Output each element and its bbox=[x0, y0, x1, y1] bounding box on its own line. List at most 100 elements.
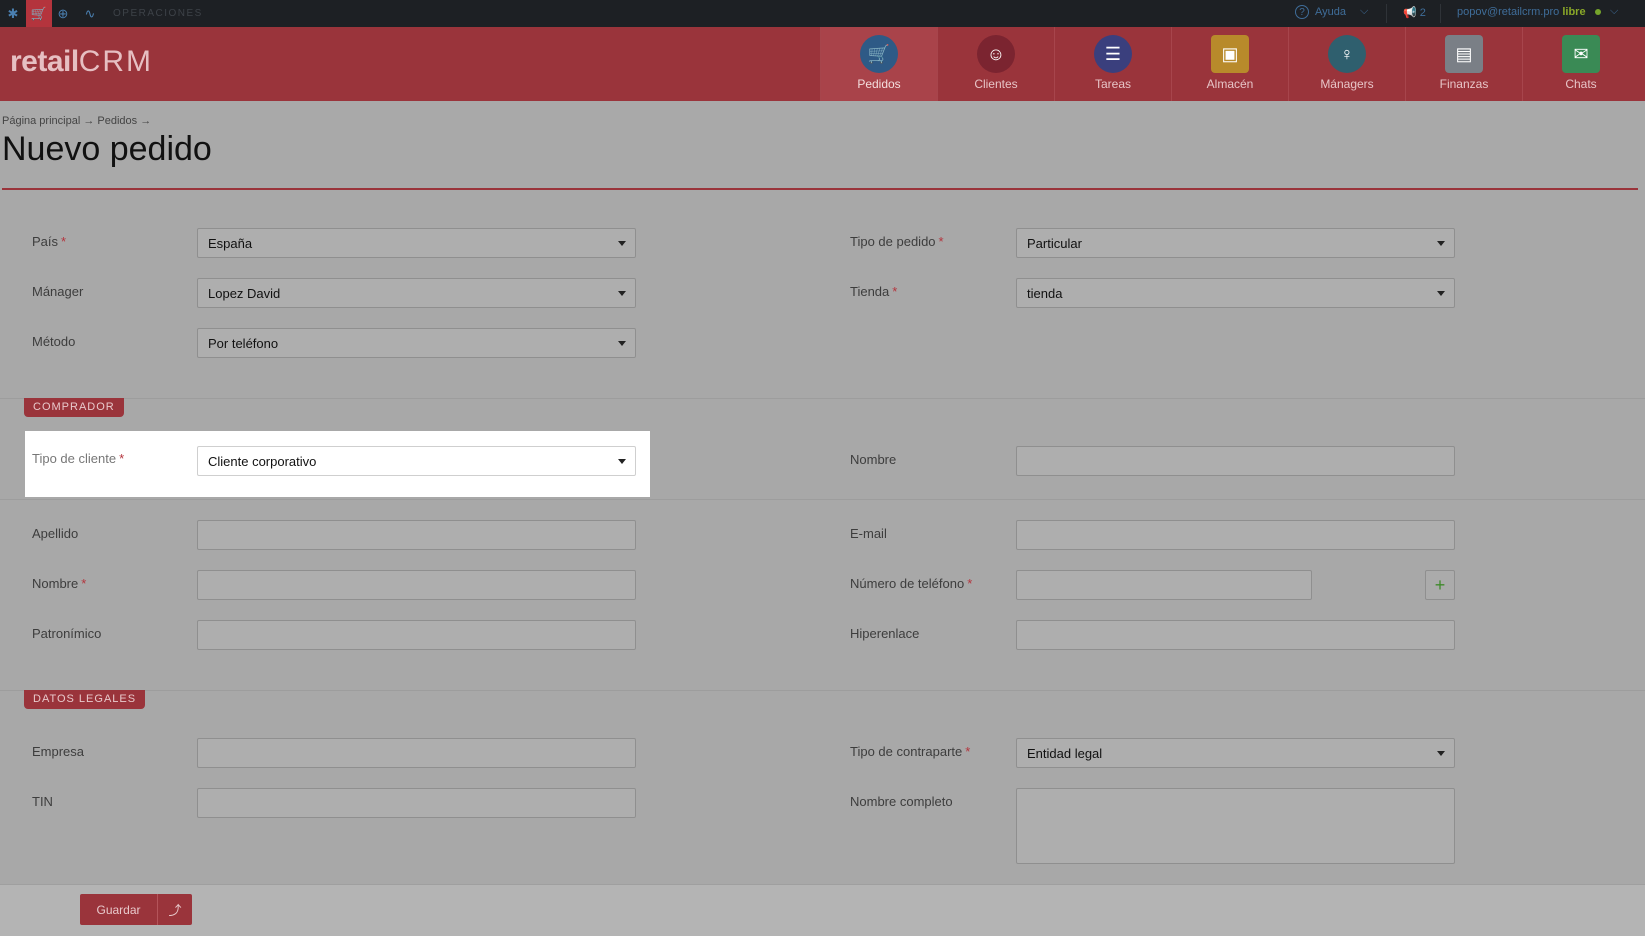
nombre-label: Nombre * bbox=[32, 576, 87, 591]
divider bbox=[1440, 4, 1441, 23]
document-icon: ▤ bbox=[1445, 35, 1483, 73]
nombre-contacto-input[interactable] bbox=[1016, 446, 1455, 476]
pais-select[interactable]: España bbox=[197, 228, 636, 258]
apellido-label: Apellido bbox=[32, 526, 79, 541]
notifications[interactable]: 📢 2 bbox=[1403, 6, 1426, 19]
section-divider bbox=[0, 499, 1645, 500]
section-divider bbox=[0, 690, 1645, 691]
hiperenlace-input[interactable] bbox=[1016, 620, 1455, 650]
operations-label[interactable]: OPERACIONES bbox=[113, 8, 203, 19]
tipo-pedido-label: Tipo de pedido * bbox=[850, 234, 944, 249]
caret-down-icon bbox=[618, 459, 626, 464]
logo-text-left: retail bbox=[10, 45, 79, 78]
breadcrumb[interactable]: Página principal → Pedidos → bbox=[2, 115, 151, 127]
chat-icon: ✉ bbox=[1562, 35, 1600, 73]
telefono-label: Número de teléfono * bbox=[850, 576, 973, 591]
chevron-down-icon[interactable]: ⌵ bbox=[1610, 5, 1618, 18]
notification-count: 2 bbox=[1419, 7, 1426, 19]
status-dot-icon bbox=[1594, 9, 1601, 16]
user-menu[interactable]: popov@retailcrm.pro libre bbox=[1457, 6, 1601, 18]
email-input[interactable] bbox=[1016, 520, 1455, 550]
help-label: Ayuda bbox=[1315, 6, 1346, 18]
hiperenlace-label: Hiperenlace bbox=[850, 626, 920, 641]
nav-label: Pedidos bbox=[857, 77, 901, 91]
help-icon: ? bbox=[1295, 5, 1309, 19]
plan-badge: libre bbox=[1562, 6, 1586, 18]
apellido-input[interactable] bbox=[197, 520, 636, 550]
list-icon: ☰ bbox=[1094, 35, 1132, 73]
retailcrm-logo[interactable]: retailCRM bbox=[10, 45, 153, 79]
tipo-cliente-select[interactable]: Cliente corporativo bbox=[197, 446, 636, 476]
save-button[interactable]: Guardar ⤴ bbox=[80, 894, 192, 925]
section-divider bbox=[0, 398, 1645, 399]
caret-down-icon bbox=[1437, 241, 1445, 246]
caret-down-icon bbox=[618, 291, 626, 296]
tipo-cliente-label: Tipo de cliente * bbox=[32, 451, 125, 466]
nav-pedidos[interactable]: 🛒 Pedidos bbox=[820, 27, 937, 101]
nav-label: Tareas bbox=[1094, 77, 1132, 91]
settings-icon[interactable]: ✱ bbox=[0, 0, 26, 27]
help-menu[interactable]: ? Ayuda bbox=[1295, 5, 1346, 19]
manager-label: Mánager bbox=[32, 284, 84, 299]
tipo-pedido-select[interactable]: Particular bbox=[1016, 228, 1455, 258]
manager-select[interactable]: Lopez David bbox=[197, 278, 636, 308]
nav-almacen[interactable]: ▣ Almacén bbox=[1171, 27, 1288, 101]
analytics-icon[interactable]: ∿ bbox=[77, 0, 103, 27]
tin-input[interactable] bbox=[197, 788, 636, 818]
save-label: Guardar bbox=[96, 902, 141, 917]
caret-down-icon bbox=[1437, 291, 1445, 296]
page-title: Nuevo pedido bbox=[2, 130, 212, 168]
nombre-completo-label: Nombre completo bbox=[850, 794, 953, 809]
patronimico-label: Patronímico bbox=[32, 626, 102, 641]
section-datos-legales: DATOS LEGALES bbox=[24, 690, 146, 709]
caret-down-icon bbox=[618, 241, 626, 246]
nav-label: Clientes bbox=[974, 77, 1018, 91]
empresa-input[interactable] bbox=[197, 738, 636, 768]
caret-down-icon bbox=[1437, 751, 1445, 756]
nav-label: Chats bbox=[1565, 77, 1597, 91]
email-label: E-mail bbox=[850, 526, 887, 541]
nav-finanzas[interactable]: ▤ Finanzas bbox=[1405, 27, 1522, 101]
nav-chats[interactable]: ✉ Chats bbox=[1522, 27, 1639, 101]
cart-icon: 🛒 bbox=[860, 35, 898, 73]
top-bar: ✱ 🛒 ⊕ ∿ OPERACIONES ? Ayuda ⌵ 📢 2 popov@… bbox=[0, 0, 1645, 27]
tienda-label: Tienda * bbox=[850, 284, 898, 299]
nombre-contacto-label: Nombre bbox=[850, 452, 897, 467]
megaphone-icon: 📢 bbox=[1403, 7, 1417, 19]
metodo-select[interactable]: Por teléfono bbox=[197, 328, 636, 358]
nombre-completo-textarea[interactable] bbox=[1016, 788, 1455, 864]
main-header: retailCRM 🛒 Pedidos ☺ Clientes ☰ Tareas … bbox=[0, 27, 1645, 101]
nav-label: Finanzas bbox=[1439, 77, 1489, 91]
tin-label: TIN bbox=[32, 794, 53, 809]
pais-label: País * bbox=[32, 234, 67, 249]
empresa-label: Empresa bbox=[32, 744, 85, 759]
nav-managers[interactable]: ♀ Mánagers bbox=[1288, 27, 1405, 101]
box-icon: ▣ bbox=[1211, 35, 1249, 73]
bottom-action-bar: Guardar ⤴ bbox=[0, 884, 1645, 936]
main-nav: 🛒 Pedidos ☺ Clientes ☰ Tareas ▣ Almacén … bbox=[820, 27, 1639, 101]
tienda-select[interactable]: tienda bbox=[1016, 278, 1455, 308]
integration-icon[interactable]: ⊕ bbox=[50, 0, 76, 27]
cart-icon[interactable]: 🛒 bbox=[26, 0, 52, 27]
nombre-input[interactable] bbox=[197, 570, 636, 600]
logo-text-right: CRM bbox=[78, 45, 154, 78]
section-comprador: COMPRADOR bbox=[24, 398, 124, 417]
user-email: popov@retailcrm.pro bbox=[1457, 6, 1560, 18]
nav-label: Mánagers bbox=[1320, 77, 1374, 91]
add-phone-button[interactable]: + bbox=[1425, 570, 1455, 600]
nav-label: Almacén bbox=[1206, 77, 1254, 91]
caret-down-icon bbox=[618, 341, 626, 346]
highlighted-field: Tipo de cliente * Cliente corporativo bbox=[25, 431, 650, 497]
tipo-contraparte-label: Tipo de contraparte * bbox=[850, 744, 971, 759]
metodo-label: Método bbox=[32, 334, 76, 349]
patronimico-input[interactable] bbox=[197, 620, 636, 650]
tipo-contraparte-select[interactable]: Entidad legal bbox=[1016, 738, 1455, 768]
divider bbox=[1386, 4, 1387, 23]
arrow-up-icon[interactable]: ⤴ bbox=[157, 894, 192, 925]
chevron-down-icon[interactable]: ⌵ bbox=[1360, 5, 1368, 18]
person-icon: ☺ bbox=[977, 35, 1015, 73]
nav-tareas[interactable]: ☰ Tareas bbox=[1054, 27, 1171, 101]
manager-icon: ♀ bbox=[1328, 35, 1366, 73]
telefono-input[interactable] bbox=[1016, 570, 1312, 600]
nav-clientes[interactable]: ☺ Clientes bbox=[937, 27, 1054, 101]
